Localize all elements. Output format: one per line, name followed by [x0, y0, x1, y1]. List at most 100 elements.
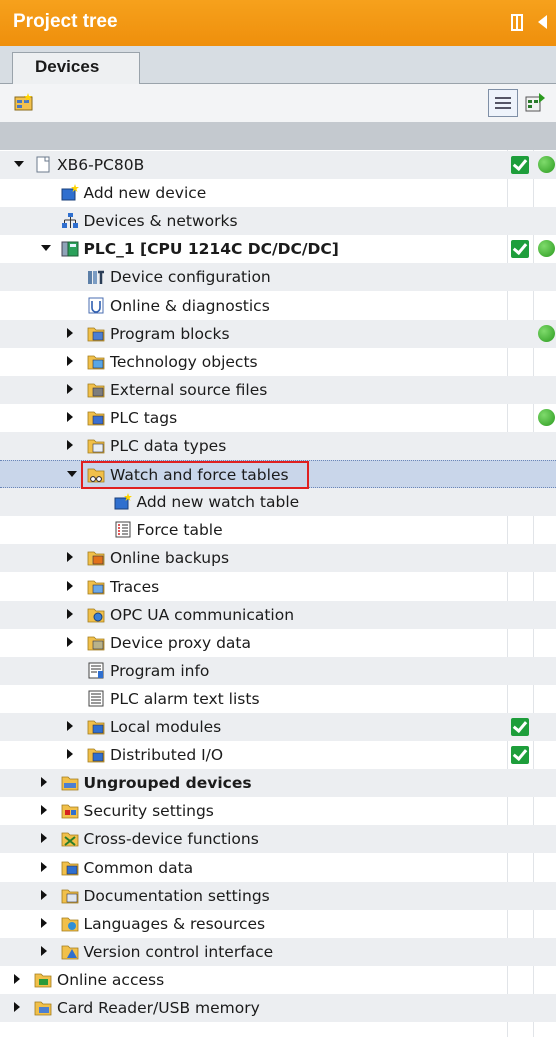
tree-item-xb6-pc80b[interactable]: XB6-PC80B	[0, 151, 556, 179]
expand-arrow-icon[interactable]	[67, 552, 73, 563]
expand-arrow-icon[interactable]	[67, 383, 73, 394]
tree-item-label: Add new device	[83, 184, 207, 203]
expand-arrow-icon[interactable]	[67, 608, 73, 619]
tree-item-label: PLC data types	[110, 437, 227, 455]
cross-device-icon	[61, 830, 79, 847]
tree-item-label: Program info	[110, 661, 210, 680]
tree-item-security-settings[interactable]: Security settings	[0, 797, 556, 825]
expand-arrow-icon[interactable]	[40, 833, 47, 844]
documentation-icon	[61, 887, 79, 904]
collapse-arrow-icon[interactable]	[40, 245, 51, 252]
tree-item-common-data[interactable]: Common data	[0, 854, 556, 882]
expand-arrow-icon[interactable]	[67, 749, 73, 760]
expand-arrow-icon[interactable]	[14, 973, 20, 984]
tree-item-online-diagnostics[interactable]: Online & diagnostics	[0, 292, 556, 320]
online-status-icon	[538, 240, 555, 258]
online-status-icon	[538, 324, 555, 342]
security-icon	[61, 802, 79, 819]
program-blocks-icon	[87, 325, 105, 342]
card-reader-icon	[34, 999, 52, 1016]
tree-item-label: PLC tags	[110, 408, 178, 427]
new-group-icon[interactable]	[14, 93, 34, 111]
status-ok-icon	[511, 156, 529, 174]
tree-item-label: Documentation settings	[83, 886, 270, 905]
tree-item-add-new-watch-table[interactable]: Add new watch table	[0, 488, 556, 517]
tree-item-label: Watch and force tables	[110, 466, 289, 485]
tree-item-label: Online backups	[110, 549, 230, 568]
tree-item-external-source-files[interactable]: External source files	[0, 375, 556, 404]
collapse-arrow-icon[interactable]	[14, 161, 24, 167]
version-control-icon	[61, 943, 79, 960]
force-table-icon	[114, 521, 132, 538]
add-watch-table-icon	[114, 493, 132, 510]
expand-arrow-icon[interactable]	[67, 355, 73, 366]
tree-item-label: Local modules	[110, 718, 222, 736]
tree-item-label: Force table	[136, 521, 223, 540]
tree-toolbar	[0, 84, 556, 122]
tree-item-cross-device-functions[interactable]: Cross-device functions	[0, 825, 556, 854]
expand-arrow-icon[interactable]	[67, 636, 73, 647]
tree-item-add-new-device[interactable]: Add new device	[0, 179, 556, 207]
expand-arrow-icon[interactable]	[40, 945, 47, 956]
tree-item-version-control-interface[interactable]: Version control interface	[0, 937, 556, 966]
tree-item-local-modules[interactable]: Local modules	[0, 713, 556, 741]
expand-arrow-icon[interactable]	[67, 721, 73, 731]
tree-item-online-backups[interactable]: Online backups	[0, 544, 556, 573]
pin-icon[interactable]	[511, 14, 523, 31]
tree-item-program-blocks[interactable]: Program blocks	[0, 319, 556, 348]
expand-arrow-icon[interactable]	[67, 411, 73, 422]
online-status-icon	[538, 156, 555, 173]
expand-arrow-icon[interactable]	[40, 861, 47, 872]
collapse-arrow-icon[interactable]	[67, 471, 77, 478]
tree-item-label: Card Reader/USB memory	[57, 999, 260, 1017]
tree-item-plc-1-cpu-1214c-dc-dc-dc[interactable]: PLC_1 [CPU 1214C DC/DC/DC]	[0, 235, 556, 263]
tree-item-label: Online access	[57, 970, 165, 989]
tree-item-card-reader-usb-memory[interactable]: Card Reader/USB memory	[0, 994, 556, 1022]
tree-item-label: Devices & networks	[83, 212, 238, 231]
tree-item-languages-resources[interactable]: Languages & resources	[0, 910, 556, 938]
tree-item-label: Program blocks	[110, 324, 230, 343]
expand-arrow-icon[interactable]	[40, 889, 47, 900]
expand-arrow-icon[interactable]	[40, 917, 47, 928]
tree-item-technology-objects[interactable]: Technology objects	[0, 348, 556, 376]
tree-item-label: Security settings	[83, 802, 214, 821]
detail-view-button[interactable]	[488, 89, 518, 117]
expand-arrow-icon[interactable]	[67, 580, 73, 591]
tree-item-device-configuration[interactable]: Device configuration	[0, 263, 556, 292]
overview-icon[interactable]	[524, 92, 546, 112]
traces-icon	[87, 578, 105, 595]
tree-item-force-table[interactable]: Force table	[0, 516, 556, 544]
common-data-icon	[61, 859, 79, 876]
online-status-icon	[538, 408, 555, 426]
tree-item-traces[interactable]: Traces	[0, 573, 556, 601]
tree-item-device-proxy-data[interactable]: Device proxy data	[0, 629, 556, 657]
tree-item-ungrouped-devices[interactable]: Ungrouped devices	[0, 769, 556, 798]
tab-strip: Devices	[0, 46, 556, 85]
tree-item-distributed-i-o[interactable]: Distributed I/O	[0, 741, 556, 769]
tree-item-online-access[interactable]: Online access	[0, 966, 556, 994]
tree-item-opc-ua-communication[interactable]: OPC UA communication	[0, 600, 556, 629]
tree-item-plc-data-types[interactable]: PLC data types	[0, 432, 556, 460]
column-header-bar	[0, 122, 556, 150]
tree-item-label: Ungrouped devices	[83, 774, 252, 793]
expand-arrow-icon[interactable]	[14, 1002, 20, 1012]
expand-arrow-icon[interactable]	[40, 777, 47, 788]
tree-item-label: Device proxy data	[110, 633, 251, 652]
tree-item-watch-and-force-tables[interactable]: Watch and force tables	[0, 460, 556, 489]
tree-item-program-info[interactable]: Program info	[0, 656, 556, 685]
project-icon	[34, 156, 52, 173]
expand-arrow-icon[interactable]	[67, 440, 73, 450]
online-access-icon	[34, 971, 52, 988]
tree-item-label: Common data	[83, 858, 194, 877]
collapse-left-icon[interactable]	[538, 15, 547, 29]
tree-item-devices-networks[interactable]: Devices & networks	[0, 207, 556, 236]
tree-item-label: Online & diagnostics	[110, 296, 270, 315]
status-ok-icon	[511, 746, 529, 765]
external-source-icon	[87, 381, 105, 398]
tree-item-documentation-settings[interactable]: Documentation settings	[0, 881, 556, 910]
expand-arrow-icon[interactable]	[67, 327, 73, 338]
tree-item-plc-alarm-text-lists[interactable]: PLC alarm text lists	[0, 685, 556, 713]
expand-arrow-icon[interactable]	[40, 805, 47, 816]
tree-item-plc-tags[interactable]: PLC tags	[0, 404, 556, 432]
tab-devices[interactable]: Devices	[12, 52, 140, 85]
